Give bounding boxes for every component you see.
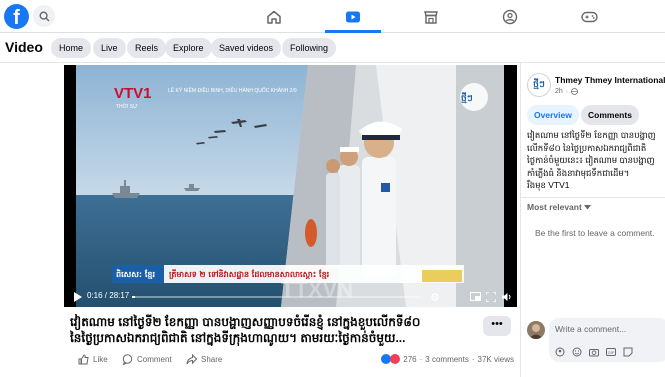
nav-gaming[interactable] [569, 3, 609, 30]
channel-name[interactable]: Thmey Thmey International [555, 75, 665, 85]
divider [521, 197, 665, 198]
video-frame: VTV1 THỜI SỰ LỄ KỶ NIỆM ĐIỀU BINH, DIỄU … [76, 65, 504, 307]
camera-icon[interactable] [589, 347, 599, 357]
channel-avatar[interactable]: ថ្មីៗ [527, 73, 551, 97]
tab-explore[interactable]: Explore [165, 38, 212, 58]
post-meta: 2h · [555, 88, 579, 95]
user-avatar-image [529, 324, 543, 339]
tab-following[interactable]: Following [282, 38, 337, 58]
chevron-down-icon [584, 205, 592, 210]
post-description: វៀតណាម នៅថ្ងៃទី២ ខែកញ្ញា បានបង្ហាញ លើកទី… [527, 129, 665, 192]
share-icon [186, 354, 197, 365]
nav-video[interactable] [333, 3, 373, 30]
comment-placeholder: Write a comment... [555, 324, 627, 334]
facebook-logo[interactable]: f [4, 4, 29, 29]
more-options-button[interactable]: ••• [483, 316, 511, 336]
top-navbar: f [0, 0, 665, 33]
description-line: ថ្ងៃកាន់ចំមួយនេះ៖ វៀតណាម បានបង្ហាញ [527, 155, 655, 165]
nav-groups[interactable] [490, 3, 530, 30]
stats-dot: · [419, 354, 423, 364]
search-button[interactable] [33, 5, 55, 27]
comments-count[interactable]: 3 comments [425, 355, 469, 364]
tab-comments[interactable]: Comments [581, 105, 639, 125]
video-icon [346, 11, 360, 22]
comment-label: Comment [137, 355, 172, 364]
meta-dot: · [565, 88, 569, 95]
caption-line-1: វៀតណាម នៅថ្ងៃទី២ ខែកញ្ញា បានបង្ហាញសញ្ញាប… [70, 315, 421, 329]
comment-input[interactable]: Write a comment... GIF [549, 318, 665, 362]
comment-toolbar: GIF [555, 347, 633, 357]
post-caption: វៀតណាម នៅថ្ងៃទី២ ខែកញ្ញា បានបង្ហាញសញ្ញាប… [70, 314, 480, 346]
gaming-icon [580, 11, 598, 22]
stats-dot: · [471, 354, 475, 364]
avatar-sticker-icon[interactable] [555, 347, 565, 357]
description-line: កាំភ្លើងធំ និងនាវាមុជទឹកជាដើម។ [527, 167, 630, 178]
settings-icon[interactable] [430, 292, 440, 302]
empty-comments-text: Be the first to leave a comment. [535, 228, 655, 238]
reaction-count[interactable]: 276 [403, 355, 416, 364]
tab-reels[interactable]: Reels [127, 38, 167, 58]
tab-saved-videos[interactable]: Saved videos [211, 38, 282, 58]
post-stats: 276 · 3 comments · 37K views [381, 354, 514, 364]
vtv1-sublabel: THỜI SỰ [116, 103, 138, 110]
like-label: Like [93, 355, 108, 364]
vtv1-logo: VTV1 [114, 85, 152, 102]
home-icon [267, 10, 281, 24]
sticker-icon[interactable] [623, 347, 633, 357]
description-line: លើកទី៨០ នៃថ្ងៃប្រកាសឯករាជ្យពិជាតិ [527, 142, 647, 153]
user-avatar[interactable] [527, 321, 545, 339]
love-reaction-icon [390, 354, 401, 364]
video-controls: 0:16 / 28:17 [64, 287, 517, 307]
sort-dropdown[interactable]: Most relevant [527, 202, 592, 212]
volume-icon[interactable] [502, 292, 513, 302]
comment-icon [122, 354, 133, 365]
views-count: 37K views [477, 354, 514, 364]
share-label: Share [201, 355, 223, 364]
gif-icon[interactable]: GIF [606, 347, 616, 357]
fullscreen-icon[interactable] [486, 292, 496, 302]
video-subheader: Video Home Live Reels Explore Saved vide… [0, 33, 665, 63]
like-button[interactable]: Like [78, 354, 108, 365]
progress-fill [132, 296, 135, 298]
video-player[interactable]: VTV1 THỜI SỰ LỄ KỶ NIỆM ĐIỀU BINH, DIỄU … [64, 65, 517, 307]
globe-icon [571, 88, 579, 95]
emoji-icon[interactable] [572, 347, 582, 357]
search-icon [38, 10, 49, 21]
progress-track[interactable] [132, 296, 420, 298]
post-actions: Like Comment Share 276 · 3 comments · 37… [70, 351, 514, 369]
sort-label: Most relevant [527, 202, 582, 212]
caption-line-2: នៃថ្ងៃប្រកាសឯករាជ្យពិជាតិ នៅក្នុងទីក្រុង… [70, 331, 406, 345]
like-icon [78, 354, 89, 365]
marketplace-icon [424, 10, 438, 24]
share-button[interactable]: Share [186, 354, 222, 365]
description-line: រឹងមុខ VTV1 [527, 180, 570, 190]
description-line: វៀតណាម នៅថ្ងៃទី២ ខែកញ្ញា បានបង្ហាញ [527, 130, 656, 140]
nav-marketplace[interactable] [411, 3, 451, 30]
video-time: 0:16 / 28:17 [87, 291, 130, 300]
broadcast-ticker: LỄ KỶ NIỆM ĐIỀU BINH, DIỄU HÀNH QUỐC KHÁ… [168, 86, 297, 94]
nav-home[interactable] [254, 3, 294, 30]
subtitle-label: ពិសេស: ខ្មែរ [116, 269, 155, 280]
svg-text:GIF: GIF [608, 350, 615, 355]
groups-icon [502, 9, 518, 24]
tab-home[interactable]: Home [51, 38, 92, 58]
tab-overview[interactable]: Overview [527, 105, 579, 125]
tab-live[interactable]: Live [93, 38, 126, 58]
right-panel: ថ្មីៗ Thmey Thmey International 2h · Ove… [520, 63, 665, 377]
play-icon[interactable] [74, 292, 82, 302]
comment-button[interactable]: Comment [122, 354, 172, 365]
page-title: Video [5, 39, 43, 55]
video-scene: VTV1 THỜI SỰ LỄ KỶ NIỆM ĐIỀU BINH, DIỄU … [76, 65, 504, 307]
pip-icon[interactable] [470, 292, 481, 302]
post-time[interactable]: 2h [555, 88, 563, 95]
thmey-logo-overlay: ថ្មីៗ [461, 92, 473, 104]
